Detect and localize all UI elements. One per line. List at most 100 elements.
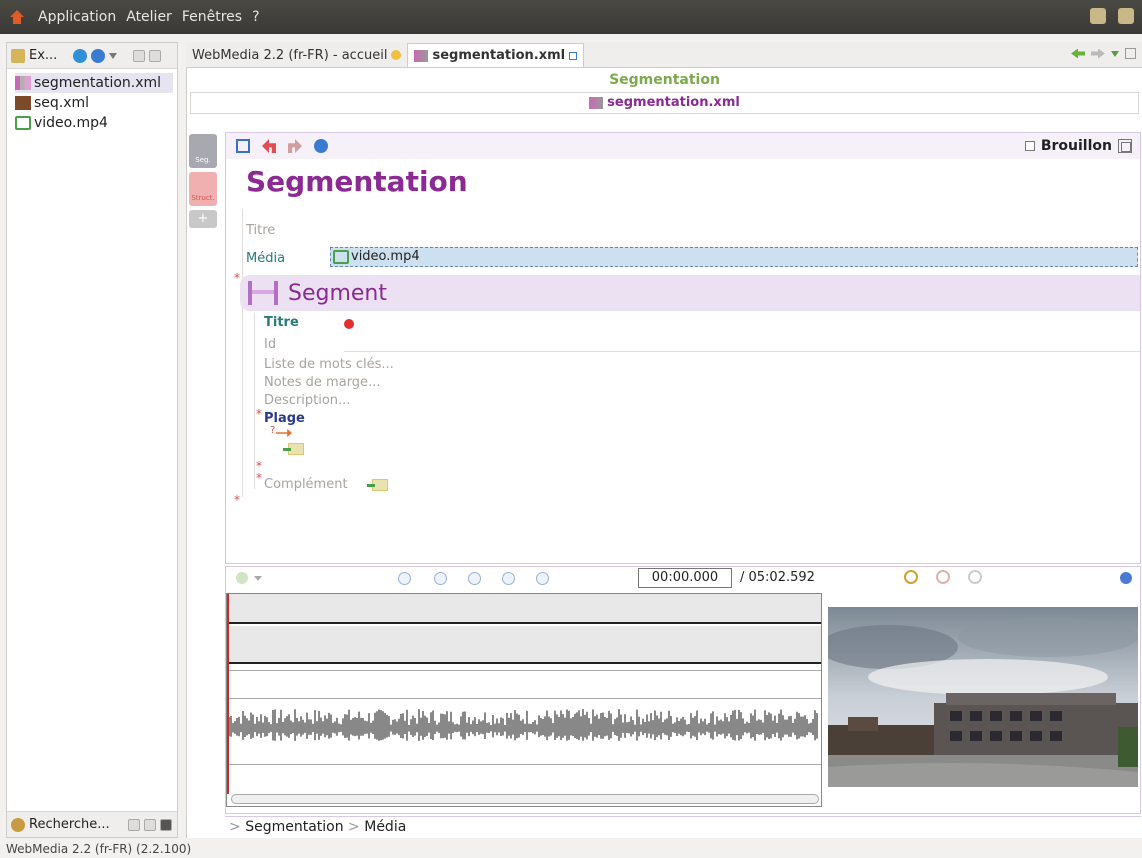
menu-atelier[interactable]: Atelier <box>126 9 172 25</box>
add-marker-icon[interactable] <box>236 572 248 584</box>
pin-icon <box>391 50 402 60</box>
segment-titre-label[interactable]: Titre <box>264 315 299 330</box>
segment-header[interactable]: Segment <box>240 275 1140 311</box>
zoom-fit-icon[interactable] <box>968 570 982 584</box>
playhead[interactable] <box>227 594 229 794</box>
error-icon <box>344 319 354 329</box>
help-icon[interactable] <box>1120 572 1132 584</box>
perspective-icon[interactable] <box>1090 8 1106 24</box>
menu-icon[interactable] <box>314 139 328 153</box>
explorer-icon <box>11 48 25 63</box>
media-player: 00:00.000 / 05:02.592 <box>225 566 1141 814</box>
tab-segmentation[interactable]: segmentation.xml <box>407 43 585 67</box>
view-menu-icon[interactable] <box>91 48 106 63</box>
tab-accueil[interactable]: WebMedia 2.2 (fr-FR) - accueil <box>186 43 407 67</box>
timeline[interactable] <box>226 593 822 807</box>
redo-icon[interactable] <box>288 139 302 153</box>
notes-field[interactable]: Notes de marge... <box>264 375 380 390</box>
total-time: / 05:02.592 <box>740 570 815 585</box>
timeline-scrollbar[interactable] <box>231 794 819 804</box>
timeline-divider <box>227 698 821 699</box>
breadcrumb-media[interactable]: Média <box>364 819 406 835</box>
add-complement-icon[interactable] <box>367 479 388 491</box>
maximize-icon[interactable] <box>149 49 162 62</box>
video-frame-image <box>828 607 1138 787</box>
menu-help[interactable]: ? <box>252 9 259 25</box>
titre-field[interactable]: Titre <box>246 223 275 238</box>
file-item-video[interactable]: video.mp4 <box>15 113 177 133</box>
minimize-tab-icon[interactable] <box>569 51 578 60</box>
search-panel-title[interactable]: Recherche... <box>29 817 110 832</box>
home-icon[interactable] <box>10 10 24 24</box>
description-field[interactable]: Description... <box>264 393 350 408</box>
expand-icon[interactable] <box>1118 139 1132 153</box>
undo-icon[interactable] <box>262 139 276 153</box>
editor-toolbar: Brouillon <box>226 133 1140 159</box>
main-editor-area: Segmentation segmentation.xml Seg. Struc… <box>186 68 1142 838</box>
chevron-down-icon[interactable] <box>1111 50 1119 57</box>
save-icon[interactable] <box>236 139 250 153</box>
maximize-icon[interactable] <box>143 818 156 831</box>
forward-arrow-icon[interactable] <box>1091 48 1105 59</box>
plage-label[interactable]: Plage <box>264 411 305 426</box>
brouillon-checkbox[interactable] <box>1024 141 1035 151</box>
file-item-segmentation[interactable]: segmentation.xml <box>15 73 173 93</box>
timeline-track-2[interactable] <box>227 626 821 664</box>
chevron-down-icon[interactable] <box>254 576 262 581</box>
mots-cles-label: Liste de mots clés <box>264 357 382 372</box>
back-arrow-icon[interactable] <box>1071 48 1085 59</box>
maximize-icon[interactable] <box>1125 48 1136 59</box>
rewind-icon[interactable] <box>434 572 447 585</box>
tray-icons <box>1090 8 1134 24</box>
timeline-track-1[interactable] <box>227 594 821 624</box>
go-end-icon[interactable] <box>536 572 549 585</box>
segment-label: Segment <box>288 280 387 306</box>
segment-tree-guide <box>254 313 255 489</box>
editor-tabbar: WebMedia 2.2 (fr-FR) - accueil segmentat… <box>186 42 1142 68</box>
explorer-title[interactable]: Ex... <box>29 48 57 63</box>
chevron-down-icon[interactable] <box>109 52 118 59</box>
zoom-out-icon[interactable] <box>936 570 950 584</box>
search-panel-header: Recherche... <box>7 811 177 837</box>
media-field[interactable]: video.mp4 <box>330 247 1138 267</box>
minimize-icon[interactable] <box>127 818 140 831</box>
page-title: Segmentation <box>246 165 468 198</box>
video-file-icon <box>15 116 31 130</box>
breadcrumb-segmentation[interactable]: Segmentation <box>245 819 343 835</box>
seq-file-icon <box>15 96 31 110</box>
add-plage-icon[interactable] <box>283 443 304 455</box>
media-label: Média <box>246 251 286 266</box>
user-icon[interactable] <box>1118 8 1134 24</box>
segment-id-label[interactable]: Id <box>264 337 276 352</box>
side-tab-struct[interactable]: Struct. <box>189 172 217 206</box>
form-editor: Brouillon Segmentation Titre Média video… <box>225 132 1141 564</box>
file-item-seq[interactable]: seq.xml <box>15 93 177 113</box>
side-tab-add[interactable]: + <box>189 210 217 228</box>
qmark: ? <box>270 425 276 436</box>
close-icon[interactable] <box>159 818 172 831</box>
fast-forward-icon[interactable] <box>502 572 515 585</box>
ellipsis: ... <box>381 357 394 372</box>
id-input-line[interactable] <box>344 351 1140 352</box>
explorer-panel: Ex... segmentation.xml seq.xml video.mp4… <box>6 42 178 838</box>
player-toolbar: 00:00.000 / 05:02.592 <box>226 567 1140 589</box>
play-icon[interactable] <box>468 572 481 585</box>
menu-fenetres[interactable]: Fenêtres <box>182 9 242 25</box>
required-star: * <box>256 471 262 485</box>
go-start-icon[interactable] <box>398 572 411 585</box>
video-file-icon <box>333 249 349 264</box>
minimize-icon[interactable] <box>133 49 146 62</box>
video-preview <box>828 607 1138 787</box>
add-icon: + <box>197 211 209 226</box>
brouillon-toggle: Brouillon <box>1024 138 1132 154</box>
menu-application[interactable]: Application <box>38 9 116 25</box>
document-title: Segmentation <box>609 72 720 88</box>
segment-bracket-icon <box>248 281 278 305</box>
zoom-in-icon[interactable] <box>904 570 918 584</box>
side-tab-seg[interactable]: Seg. <box>189 134 217 168</box>
mots-cles-field[interactable]: Liste de mots clés... <box>264 357 394 372</box>
audio-waveform <box>229 709 818 741</box>
brouillon-label: Brouillon <box>1040 138 1112 154</box>
refresh-icon[interactable] <box>73 48 88 63</box>
current-time-field[interactable]: 00:00.000 <box>638 568 732 588</box>
